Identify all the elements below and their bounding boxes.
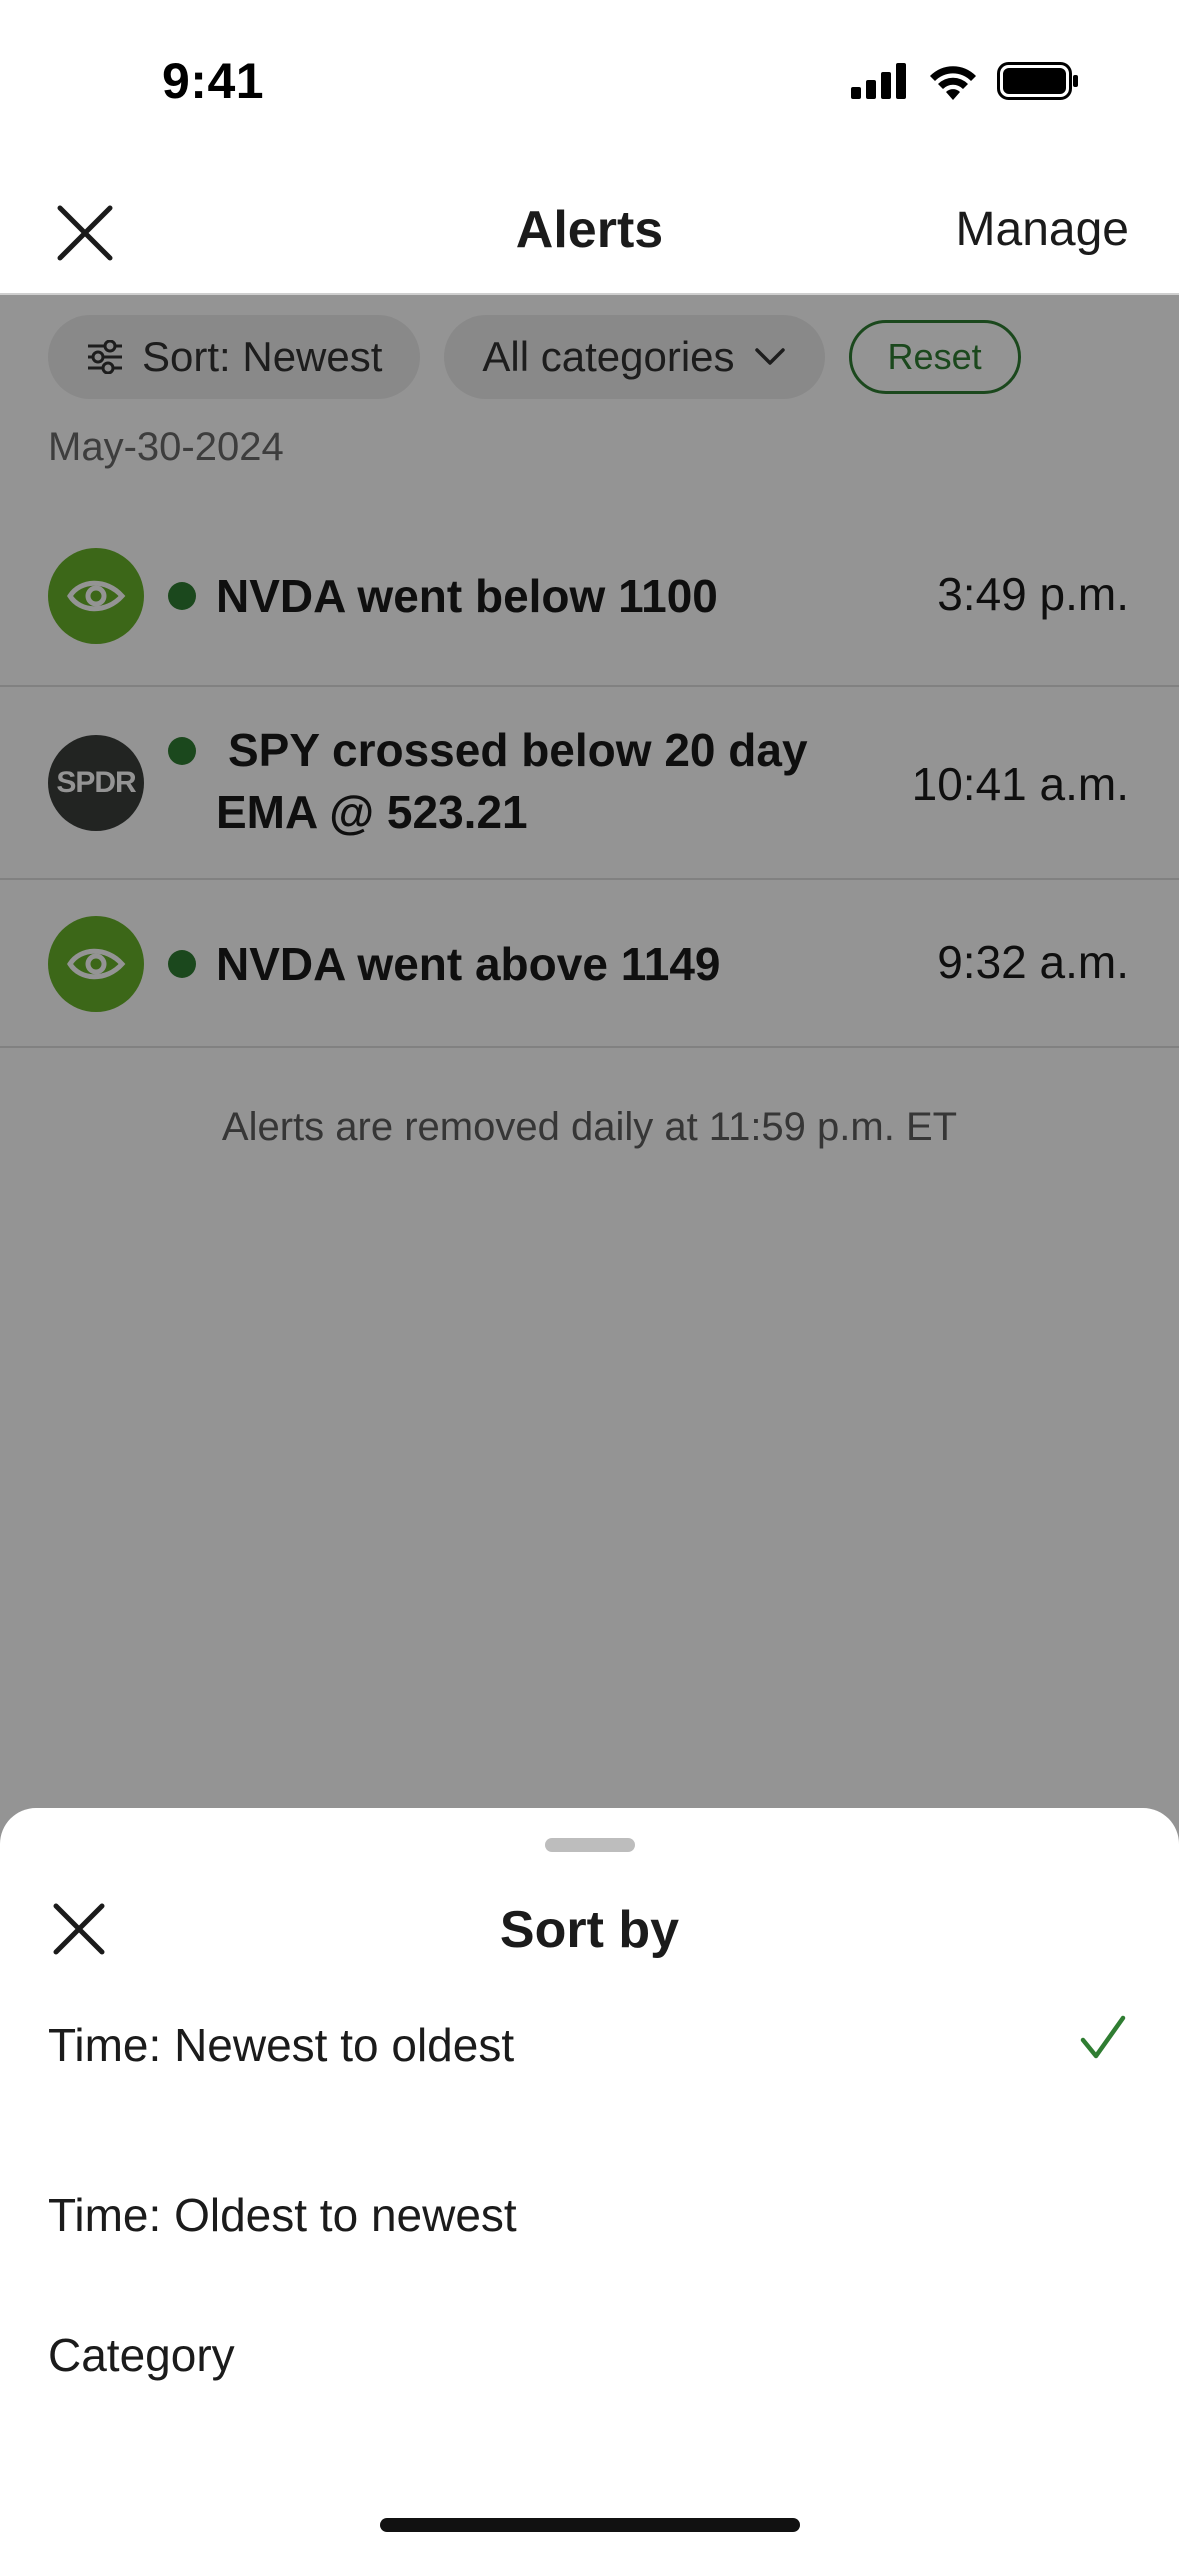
status-bar: 9:41 xyxy=(0,0,1179,170)
battery-icon xyxy=(997,62,1078,100)
sort-option-oldest[interactable]: Time: Oldest to newest xyxy=(0,2148,1179,2278)
status-time: 9:41 xyxy=(162,53,265,109)
sort-option-newest[interactable]: Time: Newest to oldest xyxy=(0,1978,1179,2108)
checkmark-icon xyxy=(1080,2015,1126,2059)
sort-option-category[interactable]: Category xyxy=(0,2288,1179,2418)
sheet-title: Sort by xyxy=(499,1901,680,1959)
sort-option-label: Category xyxy=(48,2329,235,2381)
sort-option-label: Time: Oldest to newest xyxy=(48,2189,517,2241)
manage-button[interactable]: Manage xyxy=(956,202,1129,257)
home-indicator xyxy=(380,2518,800,2532)
header-bar: Alerts Manage xyxy=(0,170,1179,295)
sheet-grabber[interactable] xyxy=(545,1838,635,1852)
sort-option-label: Time: Newest to oldest xyxy=(48,2019,515,2071)
signal-icon xyxy=(851,63,906,99)
wifi-icon xyxy=(930,66,976,100)
status-icons xyxy=(851,62,1079,100)
